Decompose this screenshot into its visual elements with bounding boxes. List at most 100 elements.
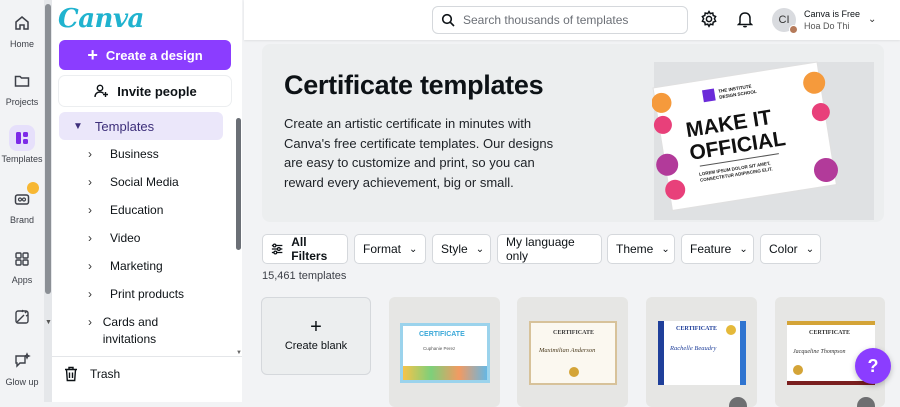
left-rail: Home Projects Templates Brand Apps Glow …: [0, 0, 44, 402]
rail-projects-label: Projects: [5, 97, 39, 107]
nav-templates[interactable]: ▼ Templates: [59, 112, 223, 140]
crown-icon: [729, 397, 747, 407]
nav-trash[interactable]: Trash: [64, 366, 120, 382]
glow-up-icon: [9, 348, 35, 374]
nav-cards-invitations-label: Cards and invitations: [102, 315, 159, 346]
nav-templates-label: Templates: [94, 118, 155, 134]
nav-video[interactable]: › Video: [88, 230, 228, 247]
crown-badge-icon: [27, 182, 39, 194]
nav-print-products[interactable]: › Print products: [88, 286, 228, 303]
account-info[interactable]: Canva is Free Hoa Do Thi: [804, 8, 860, 32]
nav-business[interactable]: › Business: [88, 146, 228, 163]
thumb-title: CERTIFICATE: [676, 326, 718, 332]
panel-divider: [52, 356, 242, 357]
create-design-button[interactable]: + Create a design: [59, 40, 231, 70]
create-blank-card[interactable]: + Create blank: [261, 297, 371, 375]
canva-logo[interactable]: Canva: [58, 4, 144, 34]
chevron-right-icon: ›: [88, 175, 92, 189]
thumb-seal-icon: [793, 365, 803, 375]
rail-templates[interactable]: Templates: [0, 125, 44, 164]
search-placeholder: Search thousands of templates: [463, 13, 629, 27]
nav-social-media-label: Social Media: [110, 175, 179, 189]
rail-home[interactable]: Home: [0, 10, 44, 49]
filter-feature-label: Feature: [690, 242, 732, 256]
rail-scroll-down-icon[interactable]: ▼: [45, 319, 52, 326]
trash-icon: [65, 366, 77, 382]
plus-icon: +: [87, 45, 98, 65]
all-filters-button[interactable]: All Filters: [262, 234, 348, 264]
filter-sliders-icon: [271, 243, 283, 255]
invite-people-button[interactable]: Invite people: [59, 76, 231, 106]
filter-color[interactable]: Color ⌄: [760, 234, 821, 264]
panel-scrollbar-thumb[interactable]: [236, 118, 241, 250]
chevron-down-icon: ⌄: [409, 243, 418, 255]
hero-certificate-image: THE INSTITUTE DESIGN SCHOOL MAKE IT OFFI…: [652, 61, 874, 220]
rail-projects[interactable]: Projects: [0, 68, 44, 107]
rail-scrollbar[interactable]: ▼: [44, 0, 52, 402]
home-icon: [9, 10, 35, 36]
nav-social-media[interactable]: › Social Media: [88, 174, 228, 191]
rail-apps[interactable]: Apps: [0, 246, 44, 285]
certificate-thumbnail: CERTIFICATE Maximilian Anderson: [529, 321, 617, 385]
filter-theme-label: Theme: [616, 242, 654, 256]
certificate-thumbnail: CERTIFICATE Rachelle Beaudry: [658, 321, 746, 385]
rail-glow-up[interactable]: Glow up: [0, 348, 44, 387]
account-name: Hoa Do Thi: [804, 21, 850, 31]
avatar[interactable]: CI: [772, 8, 798, 34]
rail-brand[interactable]: Brand: [0, 182, 44, 225]
thumb-medal-icon: [726, 325, 736, 335]
notifications-button[interactable]: [736, 10, 754, 33]
template-card[interactable]: CERTIFICATE Rachelle Beaudry: [646, 297, 757, 407]
filter-style[interactable]: Style ⌄: [432, 234, 491, 264]
chevron-right-icon: ›: [88, 259, 92, 273]
nav-education[interactable]: › Education: [88, 202, 228, 219]
plus-icon: +: [310, 316, 322, 338]
apps-icon: [9, 246, 35, 272]
rail-scrollbar-thumb[interactable]: [45, 4, 51, 294]
filter-format[interactable]: Format ⌄: [354, 234, 426, 264]
filter-style-label: Style: [441, 242, 468, 256]
create-blank-label: Create blank: [284, 340, 348, 352]
certificate-thumbnail: CERTIFICATE Cuphanie Perez: [400, 323, 490, 383]
chevron-right-icon: ›: [88, 231, 92, 245]
rail-magic[interactable]: [0, 304, 44, 333]
thumb-name: Cuphanie Perez: [423, 346, 456, 351]
add-person-icon: [94, 84, 109, 98]
nav-cards-invitations[interactable]: › Cards and invitations: [88, 314, 178, 348]
nav-marketing-label: Marketing: [110, 259, 163, 273]
invite-people-label: Invite people: [117, 83, 197, 99]
panel-scrollbar[interactable]: ▼: [236, 118, 242, 358]
filter-my-language[interactable]: My language only: [497, 234, 602, 264]
filter-color-label: Color: [769, 242, 798, 256]
avatar-initials: CI: [778, 14, 790, 26]
template-card[interactable]: CERTIFICATE Maximilian Anderson: [517, 297, 628, 407]
rail-brand-label: Brand: [9, 215, 35, 225]
chevron-down-icon: ⌄: [739, 243, 748, 255]
thumb-name: Rachelle Beaudry: [670, 345, 717, 352]
help-label: ?: [867, 355, 879, 376]
chevron-down-icon[interactable]: ⌄: [868, 14, 876, 25]
side-panel: Canva + Create a design Invite people ▼ …: [52, 0, 242, 402]
settings-button[interactable]: [700, 10, 718, 33]
top-bar: Search thousands of templates CI Canva i…: [244, 0, 900, 40]
thumb-illustration: [403, 366, 487, 380]
nav-education-label: Education: [110, 203, 164, 217]
trash-label: Trash: [90, 367, 121, 381]
create-design-label: Create a design: [105, 47, 203, 63]
help-button[interactable]: ?: [855, 348, 891, 384]
rail-home-label: Home: [9, 39, 34, 49]
hero-banner: Certificate templates Create an artistic…: [262, 44, 884, 222]
template-count: 15,461 templates: [262, 270, 347, 282]
brand-icon: [9, 182, 39, 212]
folder-icon: [9, 68, 35, 94]
chevron-right-icon: ›: [88, 315, 92, 329]
search-input[interactable]: Search thousands of templates: [432, 6, 688, 34]
nav-print-products-label: Print products: [110, 287, 185, 301]
filter-theme[interactable]: Theme ⌄: [607, 234, 675, 264]
thumb-name: Jacqueline Thompson: [793, 349, 846, 355]
filter-feature[interactable]: Feature ⌄: [681, 234, 754, 264]
template-card[interactable]: CERTIFICATE Cuphanie Perez: [389, 297, 500, 407]
thumb-title: CERTIFICATE: [553, 330, 595, 336]
nav-marketing[interactable]: › Marketing: [88, 258, 228, 275]
templates-icon: [9, 125, 35, 151]
